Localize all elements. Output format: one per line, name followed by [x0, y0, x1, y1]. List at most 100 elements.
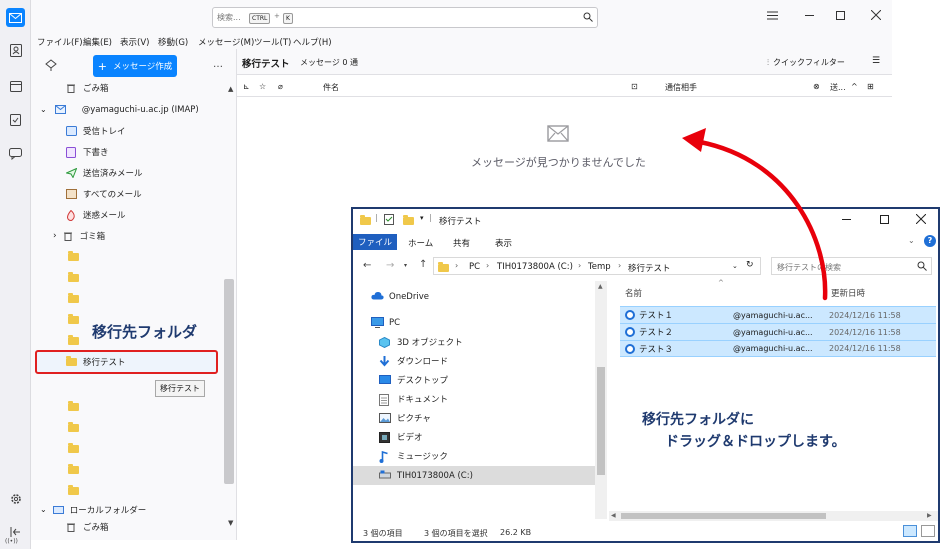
mail-space-icon[interactable] — [6, 8, 25, 27]
nav-pc[interactable]: PC — [371, 317, 400, 328]
column-subject[interactable]: 件名 — [323, 82, 339, 93]
search-icon[interactable] — [583, 12, 593, 22]
nav-3d-objects[interactable]: 3D オブジェクト — [379, 336, 463, 348]
folder-icon[interactable] — [68, 443, 79, 453]
star-column-icon[interactable]: ☆ — [259, 82, 266, 91]
ribbon-tab-file[interactable]: ファイル — [353, 234, 397, 250]
nav-drive[interactable]: TIH0173800A (C:) — [379, 470, 473, 481]
scroll-left-icon[interactable]: ◀ — [611, 512, 616, 519]
folder-icon[interactable] — [68, 485, 79, 495]
folder-trash[interactable]: › ゴミ箱 — [53, 225, 245, 246]
menu-message[interactable]: メッセージ(M) — [198, 36, 254, 48]
folder-icon[interactable] — [68, 422, 79, 432]
help-icon[interactable]: ? — [924, 235, 936, 247]
nav-onedrive[interactable]: OneDrive — [371, 291, 429, 302]
get-messages-icon[interactable] — [45, 59, 57, 71]
folder-spam[interactable]: 迷惑メール — [66, 204, 258, 225]
write-message-button[interactable]: + メッセージ作成 — [93, 55, 177, 77]
ribbon-tab-share[interactable]: 共有 — [453, 237, 470, 249]
folder-icon[interactable] — [68, 251, 79, 261]
ribbon-tab-home[interactable]: ホーム — [408, 237, 433, 249]
tasks-icon[interactable] — [6, 110, 25, 129]
calendar-icon[interactable] — [6, 76, 25, 95]
nav-desktop[interactable]: デスクトップ — [379, 374, 448, 386]
attachment-column-icon[interactable]: ⌀ — [278, 82, 283, 91]
close-icon[interactable] — [871, 10, 881, 20]
address-book-icon[interactable] — [6, 41, 25, 60]
nav-scrollbar-thumb[interactable] — [597, 367, 605, 475]
back-arrow-icon[interactable]: ← — [363, 260, 371, 271]
folder-inbox[interactable]: 受信トレイ — [66, 120, 258, 141]
thread-column-icon[interactable]: ⊾ — [243, 82, 250, 91]
folder-scrollbar-thumb[interactable] — [224, 279, 234, 484]
folder-sent[interactable]: 送信済みメール — [66, 162, 258, 183]
app-menu-icon[interactable] — [767, 11, 778, 20]
nav-documents[interactable]: ドキュメント — [379, 393, 448, 406]
search-icon[interactable] — [917, 261, 927, 271]
scroll-up-icon[interactable]: ▲ — [598, 283, 603, 290]
activity-icon[interactable]: ((•)) — [5, 538, 18, 545]
spam-column-icon[interactable]: ⊗ — [813, 82, 820, 91]
scroll-right-icon[interactable]: ▶ — [927, 512, 932, 519]
folder-drafts[interactable]: 下書き — [66, 141, 258, 162]
menu-edit[interactable]: 編集(E) — [83, 36, 112, 48]
folder-icon[interactable] — [68, 464, 79, 474]
customize-qat-icon[interactable]: ▾ — [420, 214, 424, 222]
trash-icon — [63, 231, 74, 241]
folder-pane-more-icon[interactable]: … — [213, 59, 223, 70]
account-row[interactable]: ⌄ @yamaguchi-u.ac.jp (IMAP) — [40, 99, 232, 120]
file-row[interactable]: テスト２ @yamaguchi-u.ac... 2024/12/16 11:58 — [620, 323, 936, 340]
breadcrumb-drive[interactable]: TIH0173800A (C:) — [497, 262, 573, 272]
file-hscrollbar[interactable]: ◀ ▶ — [609, 511, 938, 521]
read-status-column-icon[interactable]: ⊡ — [631, 82, 638, 91]
local-folders-row[interactable]: ⌄ ローカルフォルダー — [40, 499, 232, 520]
folder-trash-top[interactable]: ごみ箱 — [66, 77, 258, 98]
menu-view[interactable]: 表示(V) — [120, 36, 149, 48]
close-icon[interactable] — [916, 214, 926, 224]
global-search-input[interactable]: 検索... CTRL + K — [212, 7, 598, 28]
menu-file[interactable]: ファイル(F) — [37, 36, 83, 48]
nav-downloads[interactable]: ダウンロード — [379, 355, 448, 367]
maximize-icon[interactable] — [836, 11, 845, 20]
forward-arrow-icon[interactable]: → — [386, 260, 394, 271]
folder-icon[interactable] — [68, 314, 79, 324]
up-arrow-icon[interactable]: ↑ — [419, 259, 427, 270]
folder-icon[interactable] — [68, 401, 79, 411]
breadcrumb-pc[interactable]: PC — [469, 262, 480, 272]
settings-gear-icon[interactable] — [6, 489, 25, 508]
folder-icon[interactable] — [68, 272, 79, 282]
chat-icon[interactable] — [6, 144, 25, 163]
folder-local-trash[interactable]: ごみ箱 — [66, 520, 258, 534]
nav-music[interactable]: ミュージック — [379, 450, 448, 463]
large-icons-view-icon[interactable] — [921, 525, 935, 537]
recent-locations-icon[interactable]: ▾ — [404, 262, 407, 269]
properties-check-icon[interactable] — [384, 214, 394, 225]
menu-go[interactable]: 移動(G) — [158, 36, 188, 48]
folder-icon[interactable] — [68, 335, 79, 345]
column-correspondent[interactable]: 通信相手 — [665, 82, 697, 93]
column-name[interactable]: 名前 — [625, 287, 642, 299]
menu-tools[interactable]: ツール(T) — [254, 36, 291, 48]
folder-all-mail[interactable]: すべてのメール — [66, 183, 258, 204]
maximize-icon[interactable] — [880, 215, 889, 224]
minimize-icon[interactable] — [842, 219, 851, 220]
file-hscrollbar-thumb[interactable] — [621, 513, 826, 519]
nav-videos[interactable]: ビデオ — [379, 431, 423, 443]
folder-target[interactable]: 移行テスト — [66, 351, 258, 372]
ribbon-expand-icon[interactable]: ⌄ — [908, 236, 915, 245]
nav-scrollbar[interactable]: ▲ — [595, 281, 607, 519]
folder-icon[interactable] — [68, 293, 79, 303]
details-view-icon[interactable] — [903, 525, 917, 537]
quick-filter-button[interactable]: ⫶ クイックフィルター — [767, 57, 845, 68]
breadcrumb-temp[interactable]: Temp — [588, 262, 611, 272]
menu-help[interactable]: ヘルプ(H) — [293, 36, 332, 48]
file-row[interactable]: テスト３ @yamaguchi-u.ac... 2024/12/16 11:58 — [620, 340, 936, 357]
column-sent[interactable]: 送... — [830, 82, 846, 93]
nav-pictures[interactable]: ピクチャ — [379, 412, 431, 424]
new-folder-quick-icon[interactable] — [403, 215, 414, 225]
list-display-options-icon[interactable]: ☰ — [872, 56, 880, 66]
column-picker-icon[interactable]: ⊞ — [867, 82, 874, 91]
sort-up-icon[interactable]: ^ — [851, 82, 858, 91]
ribbon-tab-view[interactable]: 表示 — [495, 237, 512, 249]
minimize-icon[interactable] — [805, 15, 814, 16]
